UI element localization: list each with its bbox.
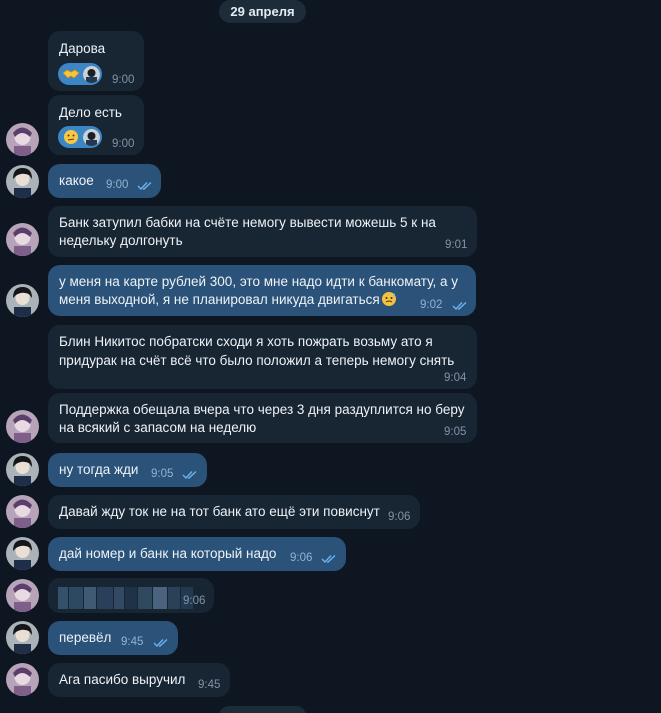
message-bubble[interactable]: Давай жду ток не на тот банк ато ещё эти… xyxy=(48,495,420,529)
sweating-emoji-icon xyxy=(380,290,398,308)
my-avatar[interactable] xyxy=(6,284,39,317)
contact-avatar[interactable] xyxy=(6,579,39,612)
read-checkmarks-icon xyxy=(137,181,155,191)
read-checkmarks-icon xyxy=(182,470,200,480)
message-time: 9:45 xyxy=(198,679,221,691)
message-time: 9:00 xyxy=(106,179,129,191)
redacted-text xyxy=(58,587,193,609)
message-time: 9:05 xyxy=(151,468,174,480)
message-bubble[interactable]: Банк затупил бабки на счёте немогу вывес… xyxy=(48,206,477,257)
message-text: меня выходной, я не планировал никуда дв… xyxy=(59,292,380,307)
message-bubble[interactable]: какое 9:00 xyxy=(48,164,161,198)
reaction-chip[interactable] xyxy=(58,126,102,148)
my-avatar[interactable] xyxy=(6,537,39,570)
contact-avatar[interactable] xyxy=(6,495,39,528)
message-bubble[interactable]: ну тогда жди 9:05 xyxy=(48,453,207,487)
reactor-avatar xyxy=(83,65,100,83)
message-bubble[interactable]: Ага пасибо выручил 9:45 xyxy=(48,663,230,697)
reactor-avatar xyxy=(83,128,100,146)
message-time: 9:00 xyxy=(112,138,135,150)
message-text: Блин Никитос побратски сходи я хоть пожр… xyxy=(59,334,433,349)
message-bubble[interactable]: перевёл 9:45 xyxy=(48,621,178,655)
read-checkmarks-icon xyxy=(153,638,171,648)
read-checkmarks-icon xyxy=(452,301,470,311)
message-time: 9:06 xyxy=(183,595,206,607)
message-text: Дарова xyxy=(59,41,106,56)
message-text: на всякий с запасом на неделю xyxy=(59,420,257,435)
message-text: недельку долгонуть xyxy=(59,233,183,248)
chat-area: 29 апреля Дарова 9:00 Дело есть 9:00 как… xyxy=(0,0,661,713)
message-text: какое xyxy=(59,173,94,188)
message-time: 9:06 xyxy=(388,511,411,523)
message-bubble[interactable]: 9:06 xyxy=(48,578,214,613)
message-time: 9:45 xyxy=(121,636,144,648)
message-bubble[interactable]: Поддержка обещала вчера что через 3 дня … xyxy=(48,393,477,443)
contact-avatar[interactable] xyxy=(6,410,39,443)
message-time: 9:02 xyxy=(420,299,443,311)
thinking-face-icon xyxy=(61,128,81,146)
date-header: 29 апреля xyxy=(219,0,306,23)
handshake-icon xyxy=(61,65,81,83)
message-text: дай номер и банк на который надо xyxy=(59,546,277,561)
message-time: 9:01 xyxy=(445,239,468,251)
message-time: 9:06 xyxy=(290,552,313,564)
contact-avatar[interactable] xyxy=(6,123,39,156)
message-bubble[interactable]: дай номер и банк на который надо 9:06 xyxy=(48,537,346,571)
message-text: Ага пасибо выручил xyxy=(59,672,186,687)
message-text: ну тогда жди xyxy=(59,462,139,477)
message-text: перевёл xyxy=(59,630,112,645)
my-avatar[interactable] xyxy=(6,621,39,654)
message-bubble[interactable]: Дарова 9:00 xyxy=(48,31,144,91)
reaction-chip[interactable] xyxy=(58,63,102,85)
message-bubble[interactable]: Блин Никитос побратски сходи я хоть пожр… xyxy=(48,325,477,389)
message-bubble[interactable]: у меня на карте рублей 300, это мне надо… xyxy=(48,265,476,316)
my-avatar[interactable] xyxy=(6,165,39,198)
message-text: Давай жду ток не на тот банк ато ещё эти… xyxy=(59,504,380,519)
my-avatar[interactable] xyxy=(6,453,39,486)
message-text: придурак на счёт всё что было положил а … xyxy=(59,353,455,368)
message-time: 9:04 xyxy=(444,372,467,384)
contact-avatar[interactable] xyxy=(6,663,39,696)
message-time: 9:00 xyxy=(112,74,135,86)
message-time: 9:05 xyxy=(444,426,467,438)
date-header-partial xyxy=(219,706,306,713)
contact-avatar[interactable] xyxy=(6,223,39,256)
read-checkmarks-icon xyxy=(321,554,339,564)
message-bubble[interactable]: Дело есть 9:00 xyxy=(48,95,144,155)
message-text: Дело есть xyxy=(59,105,122,120)
